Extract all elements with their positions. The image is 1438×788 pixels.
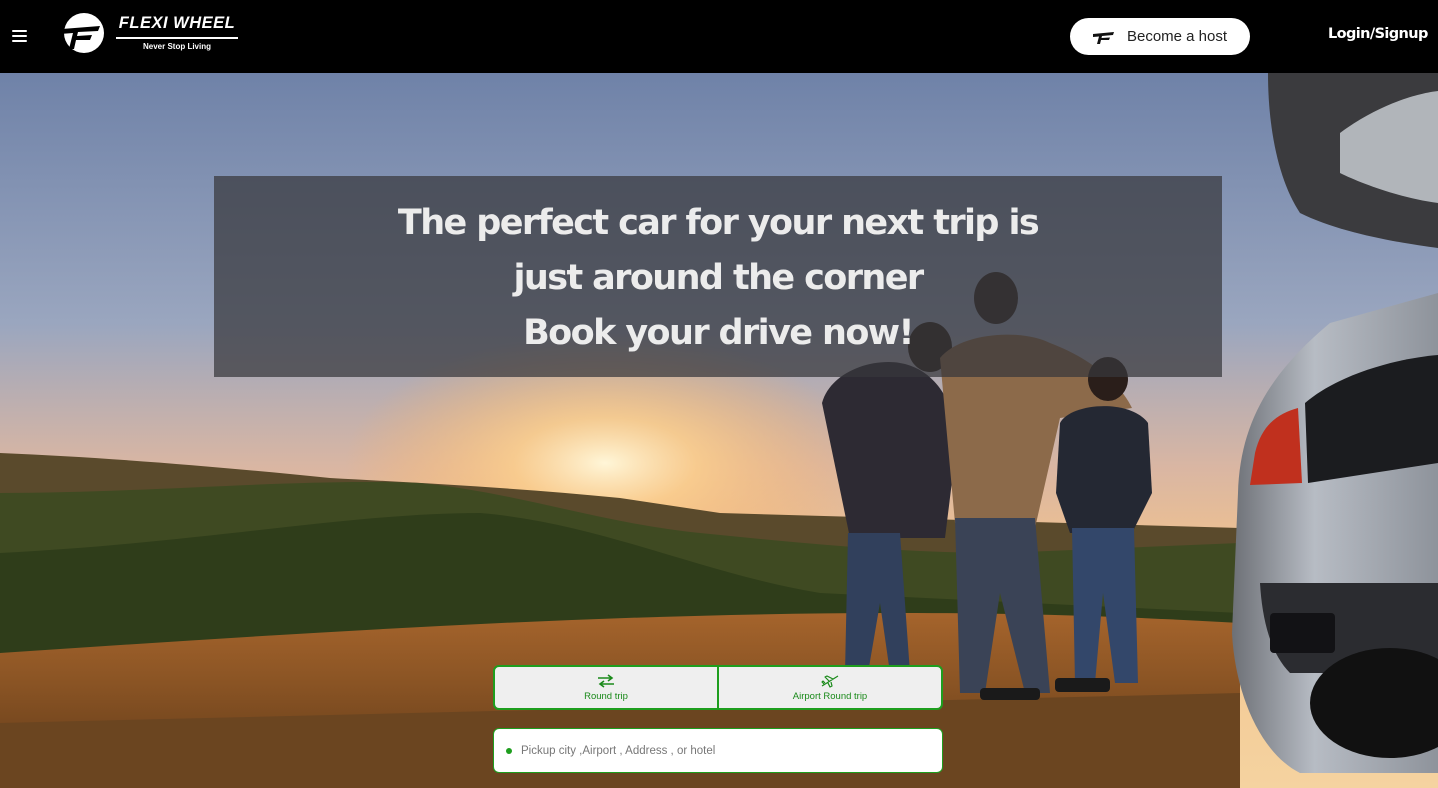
hero-headline-line: The perfect car for your next trip is bbox=[397, 203, 1040, 243]
airplane-icon bbox=[821, 674, 839, 688]
flexi-logo-small-icon bbox=[1092, 31, 1114, 44]
tab-airport-round-trip-label: Airport Round trip bbox=[792, 690, 868, 702]
become-host-button[interactable]: Become a host bbox=[1070, 18, 1250, 55]
tab-airport-round-trip[interactable]: Airport Round trip bbox=[718, 665, 943, 710]
pickup-input[interactable] bbox=[521, 744, 921, 757]
hero-headline-line: Book your drive now! bbox=[523, 313, 914, 353]
flexi-wheel-logo-icon bbox=[60, 13, 104, 53]
hero-section: The perfect car for your next trip is ju… bbox=[0, 73, 1438, 788]
brand-tagline: Never Stop Living bbox=[142, 42, 211, 51]
pickup-field[interactable] bbox=[493, 728, 943, 773]
hero-headline-line: just around the corner bbox=[513, 258, 925, 298]
location-dot-icon bbox=[506, 747, 512, 754]
brand-divider bbox=[116, 37, 238, 39]
brand-name: FLEXI WHEEL bbox=[118, 14, 236, 32]
brand-logo[interactable]: FLEXI WHEEL Never Stop Living bbox=[60, 12, 238, 56]
become-host-label: Become a host bbox=[1126, 28, 1228, 45]
tab-round-trip[interactable]: Round trip bbox=[493, 665, 718, 710]
hero-headline-box: The perfect car for your next trip is ju… bbox=[214, 176, 1222, 377]
swap-arrows-icon bbox=[598, 673, 614, 688]
login-signup-link[interactable]: Login/Signup bbox=[1328, 26, 1428, 42]
trip-type-tabs: Round trip Airport Round trip bbox=[493, 665, 943, 710]
top-navbar: FLEXI WHEEL Never Stop Living Become a h… bbox=[0, 0, 1438, 73]
tab-round-trip-label: Round trip bbox=[584, 690, 628, 702]
hamburger-icon[interactable] bbox=[12, 30, 27, 42]
